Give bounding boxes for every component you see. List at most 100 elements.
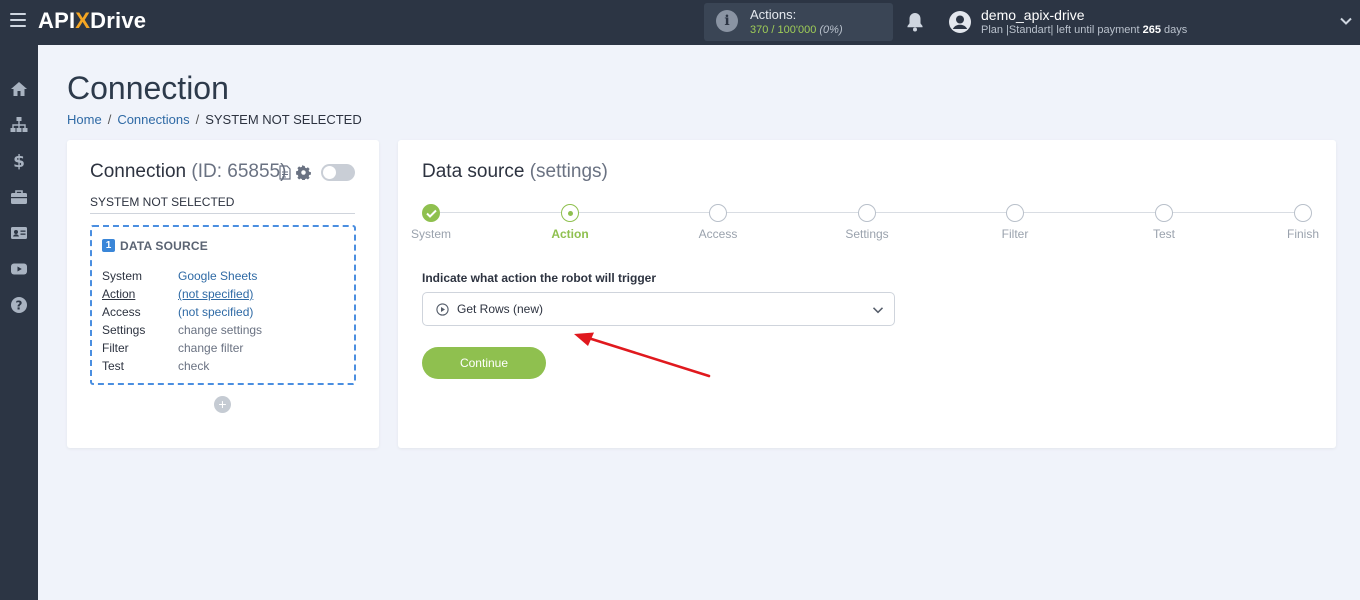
actions-count: 370 / 100'000 [750,24,817,36]
data-source-heading-text: Data source [422,161,525,182]
add-block-button[interactable]: + [214,396,231,413]
bell-icon[interactable] [905,11,925,33]
logo[interactable]: APIXDrive [38,8,146,34]
source-row-key: Filter [102,341,129,355]
step-label: Filter [1001,227,1029,241]
play-icon [436,303,449,316]
breadcrumb-current: SYSTEM NOT SELECTED [205,112,362,127]
logo-suffix: Drive [90,8,147,33]
step-filter[interactable]: Filter [975,204,1055,241]
svg-text:?: ? [16,298,23,312]
menu-icon[interactable] [10,13,26,27]
actions-percent: (0%) [819,24,843,36]
top-bar: APIXDrive i Actions: 370 / 100'000 (0%) … [0,0,1360,45]
breadcrumb-home[interactable]: Home [67,112,102,127]
sidebar-item-profile[interactable] [0,215,38,251]
step-action[interactable]: Action [530,204,610,241]
help-icon: ? [11,297,27,313]
check-icon [426,209,437,218]
action-select[interactable]: Get Rows (new) [422,292,895,326]
sidebar-item-projects[interactable] [0,179,38,215]
source-row-value[interactable]: Google Sheets [178,269,257,283]
continue-button[interactable]: Continue [422,347,546,379]
step-label: Settings [845,227,889,241]
logo-x: X [75,8,91,33]
data-source-heading-muted: (settings) [529,161,608,182]
source-row-value[interactable]: change filter [178,341,243,355]
system-name: SYSTEM NOT SELECTED [90,195,355,214]
step-label: Access [698,227,738,241]
sidebar-item-home[interactable] [0,71,38,107]
source-row-key: Access [102,305,141,319]
svg-text:$: $ [13,152,25,170]
sidebar-item-billing[interactable]: $ [0,143,38,179]
info-icon: i [716,10,738,32]
source-row-key: Settings [102,323,146,337]
step-label: System [410,227,451,241]
step-label: Finish [1286,227,1319,241]
sitemap-icon [10,117,28,132]
step-dot [422,204,440,222]
dollar-icon: $ [13,152,25,170]
breadcrumb-separator: / [195,112,200,127]
step-label: Action [551,227,589,241]
briefcase-icon [11,190,27,204]
action-select-value: Get Rows (new) [457,302,544,316]
connection-id: (ID: 65855) [191,161,287,182]
connection-title: Connection (ID: 65855) [90,161,286,183]
step-finish[interactable]: Finish [1263,204,1343,241]
sidebar-item-videos[interactable] [0,251,38,287]
breadcrumb-separator: / [107,112,112,127]
source-row-value[interactable]: (not specified) [178,305,253,319]
source-row-key: System [102,269,143,283]
chevron-down-icon[interactable] [1339,14,1353,28]
page-title: Connection [67,70,229,106]
source-row-key: Action [102,287,136,301]
step-dot [1155,204,1173,222]
id-card-icon [11,227,27,239]
chevron-down-icon [872,307,884,314]
step-dot [858,204,876,222]
plan-days: 265 [1142,24,1161,36]
data-source-number: 1 [102,239,115,252]
plan-prefix: Plan |Standart| left until payment [981,24,1143,36]
step-system[interactable]: System [391,204,471,241]
source-row-key: Test [102,359,125,373]
actions-value: 370 / 100'000 (0%) [750,24,843,36]
step-dot [561,204,579,222]
breadcrumb: Home / Connections / SYSTEM NOT SELECTED [67,112,362,127]
sidebar-item-connections[interactable] [0,107,38,143]
document-icon[interactable] [279,165,291,180]
data-source-heading: Data source (settings) [422,161,608,183]
step-label: Test [1152,227,1175,241]
logo-prefix: API [38,8,76,33]
breadcrumb-connections[interactable]: Connections [117,112,189,127]
step-access[interactable]: Access [678,204,758,241]
annotation-arrow-icon [574,332,711,378]
actions-label: Actions: [750,7,797,22]
connection-card: Connection (ID: 65855) SYSTEM NOT SELECT… [67,140,379,448]
plan-info: Plan |Standart| left until payment 265 d… [981,24,1187,36]
step-test[interactable]: Test [1124,204,1204,241]
action-field-label: Indicate what action the robot will trig… [422,271,657,285]
gear-icon[interactable] [296,165,311,180]
actions-counter[interactable]: i Actions: 370 / 100'000 (0%) [704,3,893,41]
step-settings[interactable]: Settings [827,204,907,241]
youtube-icon [11,263,27,275]
data-source-box[interactable]: 1 DATA SOURCE System Google Sheets Actio… [90,225,356,385]
user-name[interactable]: demo_apix-drive [981,7,1085,23]
step-dot [1006,204,1024,222]
sidebar: $ ? [0,45,38,600]
data-source-title: DATA SOURCE [120,239,208,253]
connection-toggle[interactable] [321,164,355,181]
plan-suffix: days [1161,24,1188,36]
home-icon [11,82,27,96]
step-dot [709,204,727,222]
source-row-value[interactable]: change settings [178,323,262,337]
source-row-value[interactable]: check [178,359,209,373]
connection-title-text: Connection [90,161,187,182]
source-row-value[interactable]: (not specified) [178,287,253,301]
sidebar-item-help[interactable]: ? [0,287,38,323]
step-dot [1294,204,1312,222]
user-avatar-icon[interactable] [948,10,972,34]
